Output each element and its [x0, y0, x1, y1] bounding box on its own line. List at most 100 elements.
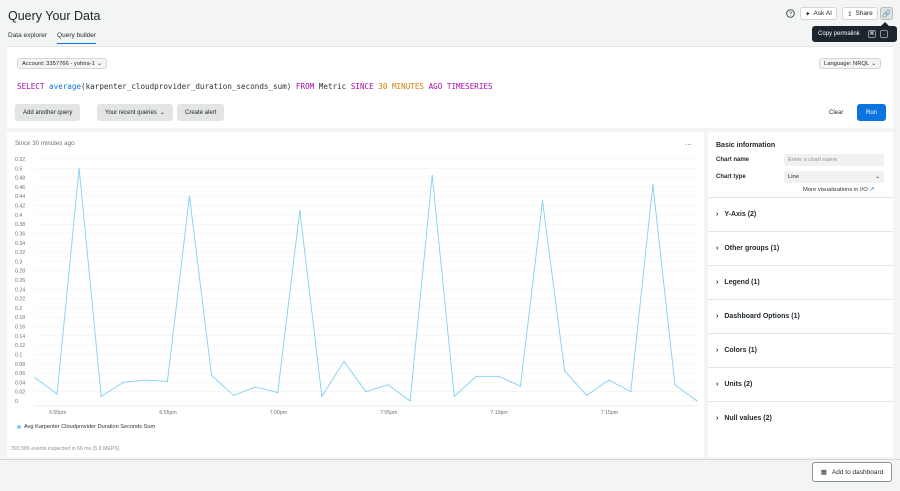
- ask-ai-button[interactable]: ✦ Ask AI: [800, 7, 837, 20]
- section-legend[interactable]: › Legend (1): [708, 265, 893, 299]
- y-tick-label: 0.2: [15, 306, 22, 312]
- data-point: [409, 400, 411, 402]
- data-point: [497, 375, 499, 377]
- data-point: [188, 195, 191, 197]
- section-colors[interactable]: › Colors (1): [708, 333, 893, 367]
- clear-button[interactable]: Clear: [821, 104, 851, 121]
- y-tick-label: 0.28: [15, 269, 25, 275]
- data-point: [630, 391, 632, 393]
- query-panel: Account: 3357766 - yohira-1 ⌄ Language: …: [7, 46, 893, 128]
- y-tick-label: 0.32: [15, 250, 25, 256]
- chart-type-select[interactable]: Line ⌄: [784, 171, 884, 183]
- y-tick-label: 0.3: [15, 259, 22, 265]
- chart-name-input[interactable]: Enter a chart name: [784, 154, 884, 166]
- data-point: [277, 392, 279, 394]
- data-point: [475, 375, 477, 377]
- copy-permalink-button[interactable]: 🔗: [880, 7, 893, 20]
- y-tick-label: 0.24: [15, 287, 25, 293]
- y-tick-label: 0.18: [15, 315, 25, 321]
- add-to-dashboard-button[interactable]: ▦ Add to dashboard: [812, 462, 892, 482]
- data-point: [453, 395, 455, 397]
- data-point: [608, 379, 610, 381]
- y-tick-label: 0.1: [15, 352, 22, 358]
- svg-text:?: ?: [789, 11, 792, 17]
- y-tick-label: 0.46: [15, 185, 25, 191]
- chart-name-label: Chart name: [716, 157, 750, 163]
- link-icon: 🔗: [882, 10, 891, 18]
- data-point: [586, 394, 588, 397]
- data-point: [652, 183, 654, 186]
- line-chart: 0.52 0.5 0.48 0.46 0.44 0.42 0.4 0.38 0.36 0.34 0.…: [15, 157, 698, 416]
- period-key: .: [879, 30, 888, 38]
- chart-settings-panel: Basic information Chart name Enter a cha…: [708, 132, 893, 457]
- chevron-right-icon: ›: [716, 245, 719, 252]
- chart-type-label: Chart type: [716, 174, 746, 180]
- data-point: [674, 384, 676, 386]
- sparkle-icon: ✦: [805, 10, 811, 18]
- data-point: [519, 385, 522, 387]
- create-alert-button[interactable]: Create alert: [177, 104, 225, 121]
- chart-timerange-label: Since 30 minutes ago: [15, 140, 75, 147]
- y-tick-label: 0.02: [15, 390, 25, 396]
- more-visualizations-link[interactable]: More visualizations in I/O ↗: [803, 187, 874, 193]
- x-tick-label: 7:00pm: [270, 410, 287, 416]
- chevron-right-icon: ›: [716, 211, 719, 218]
- data-point: [299, 209, 301, 211]
- add-another-query-button[interactable]: Add another query: [15, 104, 81, 121]
- chart-legend[interactable]: Avg Karpenter Cloudprovider Duration Sec…: [17, 424, 155, 430]
- data-point: [210, 374, 213, 377]
- share-button[interactable]: ⇪ Share: [842, 7, 878, 20]
- dashboard-icon: ▦: [820, 469, 827, 476]
- x-tick-label: 6:50pm: [49, 410, 66, 416]
- x-tick-label: 7:05pm: [380, 410, 397, 416]
- data-point: [100, 395, 102, 397]
- chevron-down-icon: ⌄: [875, 174, 880, 180]
- y-tick-label: 0.5: [15, 166, 22, 172]
- share-icon: ⇪: [847, 10, 853, 18]
- section-y-axis[interactable]: › Y-Axis (2): [708, 197, 893, 231]
- y-tick-label: 0.06: [15, 371, 25, 377]
- language-selector[interactable]: Language: NRQL ⌄: [819, 58, 881, 69]
- y-tick-label: 0.26: [15, 278, 25, 284]
- y-tick-label: 0.08: [15, 362, 25, 368]
- chevron-right-icon: ›: [716, 381, 719, 388]
- page-title: Query Your Data: [8, 9, 101, 23]
- tab-data-explorer[interactable]: Data explorer: [8, 30, 47, 44]
- chevron-right-icon: ›: [716, 313, 719, 320]
- y-tick-label: 0.42: [15, 204, 25, 210]
- data-point: [387, 384, 389, 386]
- y-tick-label: 0: [15, 399, 18, 405]
- data-point: [343, 360, 345, 363]
- section-dashboard-options[interactable]: › Dashboard Options (1): [708, 299, 893, 333]
- help-icon[interactable]: ?: [784, 7, 797, 20]
- data-point: [255, 386, 257, 388]
- data-point: [233, 394, 235, 397]
- recent-queries-button[interactable]: Your recent queries ⌄: [97, 104, 173, 121]
- chevron-down-icon: ⌄: [871, 60, 876, 67]
- y-tick-label: 0.44: [15, 194, 25, 200]
- account-selector[interactable]: Account: 3357766 - yohira-1 ⌄: [17, 58, 107, 69]
- y-tick-label: 0.34: [15, 241, 25, 247]
- chevron-right-icon: ›: [716, 279, 719, 286]
- more-options-icon[interactable]: ...: [685, 138, 692, 147]
- legend-swatch: [17, 425, 21, 429]
- page-footer: [0, 459, 900, 491]
- y-tick-label: 0.16: [15, 325, 25, 331]
- basic-information-heading: Basic information: [716, 142, 776, 149]
- tab-query-builder[interactable]: Query builder: [57, 30, 97, 44]
- section-null-values[interactable]: › Null values (2): [708, 401, 893, 435]
- cmd-key: ⌘: [867, 30, 876, 38]
- run-button[interactable]: Run: [857, 104, 887, 121]
- data-point: [365, 391, 367, 393]
- y-tick-label: 0.4: [15, 213, 22, 219]
- data-point: [696, 400, 698, 402]
- series-line[interactable]: [34, 168, 698, 402]
- data-point: [78, 167, 80, 169]
- y-tick-label: 0.36: [15, 231, 25, 237]
- y-tick-label: 0.14: [15, 334, 25, 340]
- section-units[interactable]: › Units (2): [708, 367, 893, 401]
- x-tick-label: 7:10pm: [490, 410, 507, 416]
- nrql-editor[interactable]: SELECT average(karpenter_cloudprovider_d…: [17, 82, 493, 91]
- x-tick-label: 7:15pm: [601, 410, 618, 416]
- section-other-groups[interactable]: › Other groups (1): [708, 231, 893, 265]
